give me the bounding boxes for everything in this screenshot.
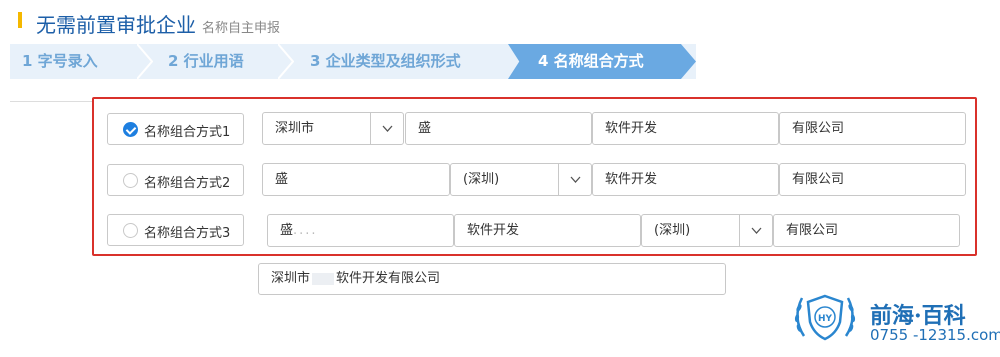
- option-label: 名称组合方式3: [144, 226, 231, 241]
- result-suffix: 软件开发有限公司: [336, 271, 441, 286]
- chevron-down-icon[interactable]: [558, 164, 591, 195]
- result-name-display: 深圳市 软件开发有限公司: [258, 263, 726, 295]
- select-value: (深圳): [463, 172, 500, 187]
- chevron-down-icon[interactable]: [739, 215, 772, 246]
- city-select[interactable]: (深圳): [641, 214, 773, 247]
- chevron-right-icon: [278, 44, 294, 79]
- field-value: 软件开发: [605, 172, 658, 187]
- step-4-active[interactable]: 4 名称组合方式: [508, 44, 696, 79]
- select-value: (深圳): [654, 223, 691, 238]
- field-value: 软件开发: [605, 121, 658, 136]
- radio-checked-icon[interactable]: [123, 122, 138, 137]
- title-accent-bar: [18, 12, 22, 28]
- option-3[interactable]: 名称组合方式3: [107, 214, 244, 246]
- option-label: 名称组合方式2: [144, 176, 231, 191]
- type-field[interactable]: 有限公司: [773, 214, 960, 247]
- page-title-text: 无需前置审批企业: [36, 13, 196, 37]
- name-field[interactable]: 盛....: [267, 214, 454, 247]
- name-field[interactable]: 盛: [405, 112, 592, 145]
- option-1[interactable]: 名称组合方式1: [107, 113, 244, 145]
- industry-field[interactable]: 软件开发: [454, 214, 641, 247]
- field-value: 软件开发: [467, 223, 520, 238]
- type-field[interactable]: 有限公司: [779, 163, 966, 196]
- industry-field[interactable]: 软件开发: [592, 112, 779, 145]
- field-value: 盛: [418, 121, 432, 136]
- field-value: 有限公司: [786, 223, 839, 238]
- radio-unchecked-icon[interactable]: [123, 223, 138, 238]
- select-value: 深圳市: [275, 121, 315, 136]
- chevron-right-icon: [137, 44, 153, 79]
- step-2[interactable]: 2 行业用语: [168, 44, 244, 79]
- field-value: 盛: [280, 223, 294, 238]
- brand-logo-icon: HY: [790, 286, 860, 346]
- industry-field[interactable]: 软件开发: [592, 163, 779, 196]
- blurred-region: [312, 272, 335, 285]
- type-field[interactable]: 有限公司: [779, 112, 966, 145]
- field-value: 有限公司: [792, 121, 845, 136]
- blurred-text: ....: [293, 223, 318, 238]
- field-value: 盛: [275, 172, 289, 187]
- step-3[interactable]: 3 企业类型及组织形式: [310, 44, 461, 79]
- radio-unchecked-icon[interactable]: [123, 173, 138, 188]
- page-subtitle: 名称自主申报: [202, 21, 281, 36]
- option-label: 名称组合方式1: [144, 125, 231, 140]
- option-2[interactable]: 名称组合方式2: [107, 164, 244, 196]
- brand-phone: 0755 -12315.com: [870, 326, 1000, 344]
- name-field[interactable]: 盛: [262, 163, 450, 196]
- step-1[interactable]: 1 字号录入: [22, 44, 98, 79]
- chevron-down-icon[interactable]: [370, 113, 403, 144]
- divider: [10, 101, 94, 102]
- field-value: 有限公司: [792, 172, 845, 187]
- logo-text: HY: [818, 314, 833, 324]
- result-prefix: 深圳市: [271, 271, 311, 286]
- city-select[interactable]: (深圳): [450, 163, 592, 196]
- city-select[interactable]: 深圳市: [262, 112, 404, 145]
- step-progress: 1 字号录入 2 行业用语 3 企业类型及组织形式 4 名称组合方式: [10, 44, 696, 79]
- page-title: 无需前置审批企业 名称自主申报: [36, 9, 280, 38]
